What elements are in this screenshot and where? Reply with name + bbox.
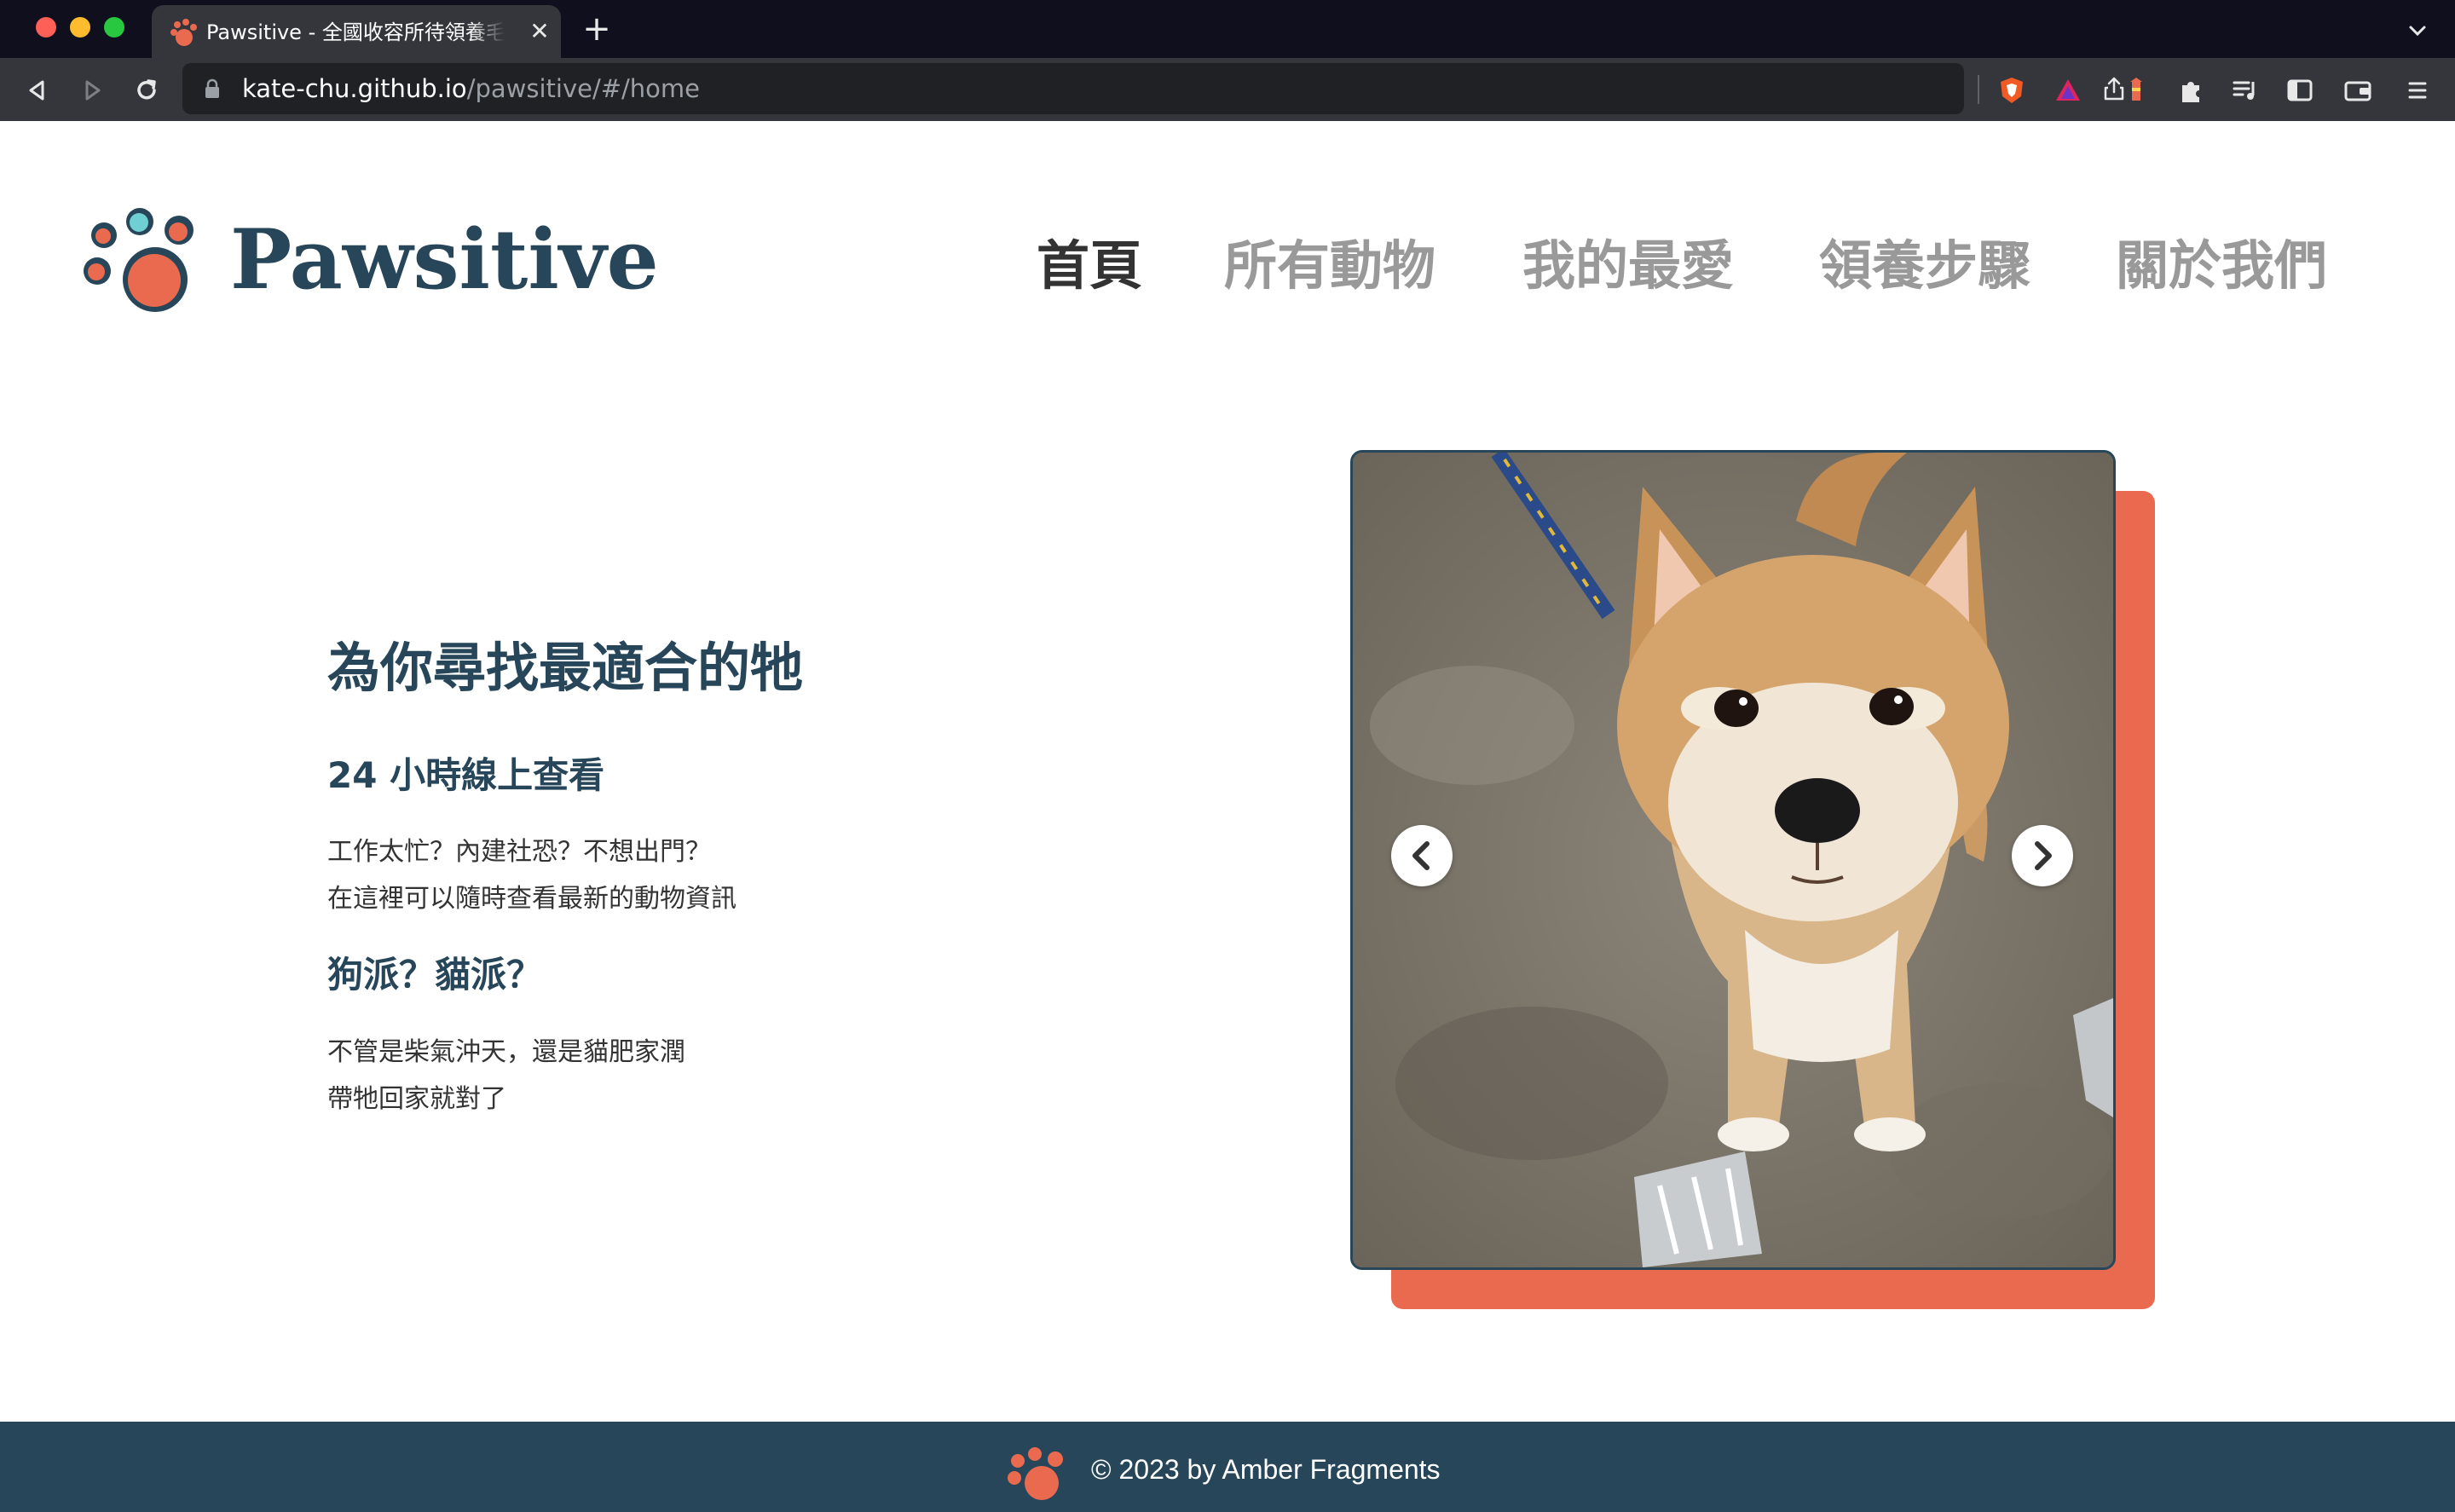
forward-icon[interactable]	[75, 73, 109, 107]
wallet-icon[interactable]	[2342, 75, 2373, 106]
menu-icon[interactable]	[2402, 75, 2433, 106]
playlist-icon[interactable]	[2230, 75, 2261, 106]
minimize-window-button[interactable]	[70, 17, 90, 38]
nav-favorites[interactable]: 我的最愛	[1522, 232, 1734, 300]
footer-copyright: © 2023 by Amber Fragments	[1091, 1454, 1441, 1485]
section-text-dog-or-cat: 不管是柴氣沖天，還是貓肥家潤 帶牠回家就對了	[327, 1029, 685, 1122]
extensions-puzzle-icon[interactable]	[2175, 75, 2206, 106]
paw-logo-icon[interactable]	[78, 201, 198, 315]
browser-tab-bar: Pawsitive - 全國收容所待領養毛孩 ✕ +	[0, 0, 2455, 58]
zoom-window-button[interactable]	[104, 17, 124, 38]
section-heading-online: 24 小時線上查看	[327, 754, 605, 796]
url-path: /pawsitive/#/home	[466, 74, 701, 103]
extension-lighthouse-icon[interactable]	[2121, 75, 2152, 106]
paw-icon	[1008, 1447, 1063, 1500]
footer: © 2023 by Amber Fragments	[0, 1422, 2455, 1512]
url-host: kate-chu.github.io	[242, 74, 467, 103]
reload-icon[interactable]	[130, 73, 164, 107]
brand-name[interactable]: Pawsitive	[230, 213, 659, 307]
toolbar-separator	[1978, 75, 1979, 104]
browser-tab-active[interactable]: Pawsitive - 全國收容所待領養毛孩 ✕	[152, 5, 561, 58]
section-heading-dog-or-cat: 狗派？貓派？	[327, 954, 543, 995]
url-text: kate-chu.github.io/pawsitive/#/home	[242, 73, 700, 104]
close-window-button[interactable]	[36, 17, 56, 38]
section-text-online: 工作太忙？內建社恐？不想出門？ 在這裡可以隨時查看最新的動物資訊	[327, 828, 736, 922]
chevron-left-icon	[1412, 841, 1430, 870]
nav-all-animals[interactable]: 所有動物	[1224, 232, 1435, 300]
nav-about-us[interactable]: 關於我們	[2116, 232, 2327, 300]
chevron-right-icon	[2035, 841, 2052, 870]
text-line: 帶牠回家就對了	[327, 1084, 506, 1114]
text-line: 工作太忙？內建社恐？不想出門？	[327, 837, 711, 867]
text-line: 在這裡可以隨時查看最新的動物資訊	[327, 884, 736, 914]
text-line: 不管是柴氣沖天，還是貓肥家潤	[327, 1037, 685, 1067]
back-icon[interactable]	[20, 73, 55, 107]
new-tab-button[interactable]: +	[580, 12, 614, 46]
tab-list-chevron-icon[interactable]	[2402, 15, 2433, 46]
address-bar[interactable]: kate-chu.github.io/pawsitive/#/home	[182, 63, 2124, 114]
brave-rewards-icon[interactable]	[2053, 75, 2083, 106]
sidebar-toggle-icon[interactable]	[2285, 75, 2315, 106]
hero-title: 為你尋找最適合的牠	[327, 637, 804, 699]
paw-favicon-icon	[170, 19, 197, 46]
nav-adoption-steps[interactable]: 領養步驟	[1819, 232, 2030, 300]
tab-title: Pawsitive - 全國收容所待領養毛孩	[206, 20, 505, 44]
carousel-next-button[interactable]	[2012, 825, 2073, 886]
browser-toolbar: kate-chu.github.io/pawsitive/#/home	[0, 58, 2455, 121]
carousel-prev-button[interactable]	[1391, 825, 1453, 886]
nav-home[interactable]: 首頁	[1037, 232, 1142, 300]
brave-shield-icon[interactable]	[1996, 75, 2027, 106]
carousel-image-shiba-dog	[1350, 450, 2116, 1270]
lock-icon	[205, 78, 219, 98]
tab-close-icon[interactable]: ✕	[525, 17, 554, 46]
